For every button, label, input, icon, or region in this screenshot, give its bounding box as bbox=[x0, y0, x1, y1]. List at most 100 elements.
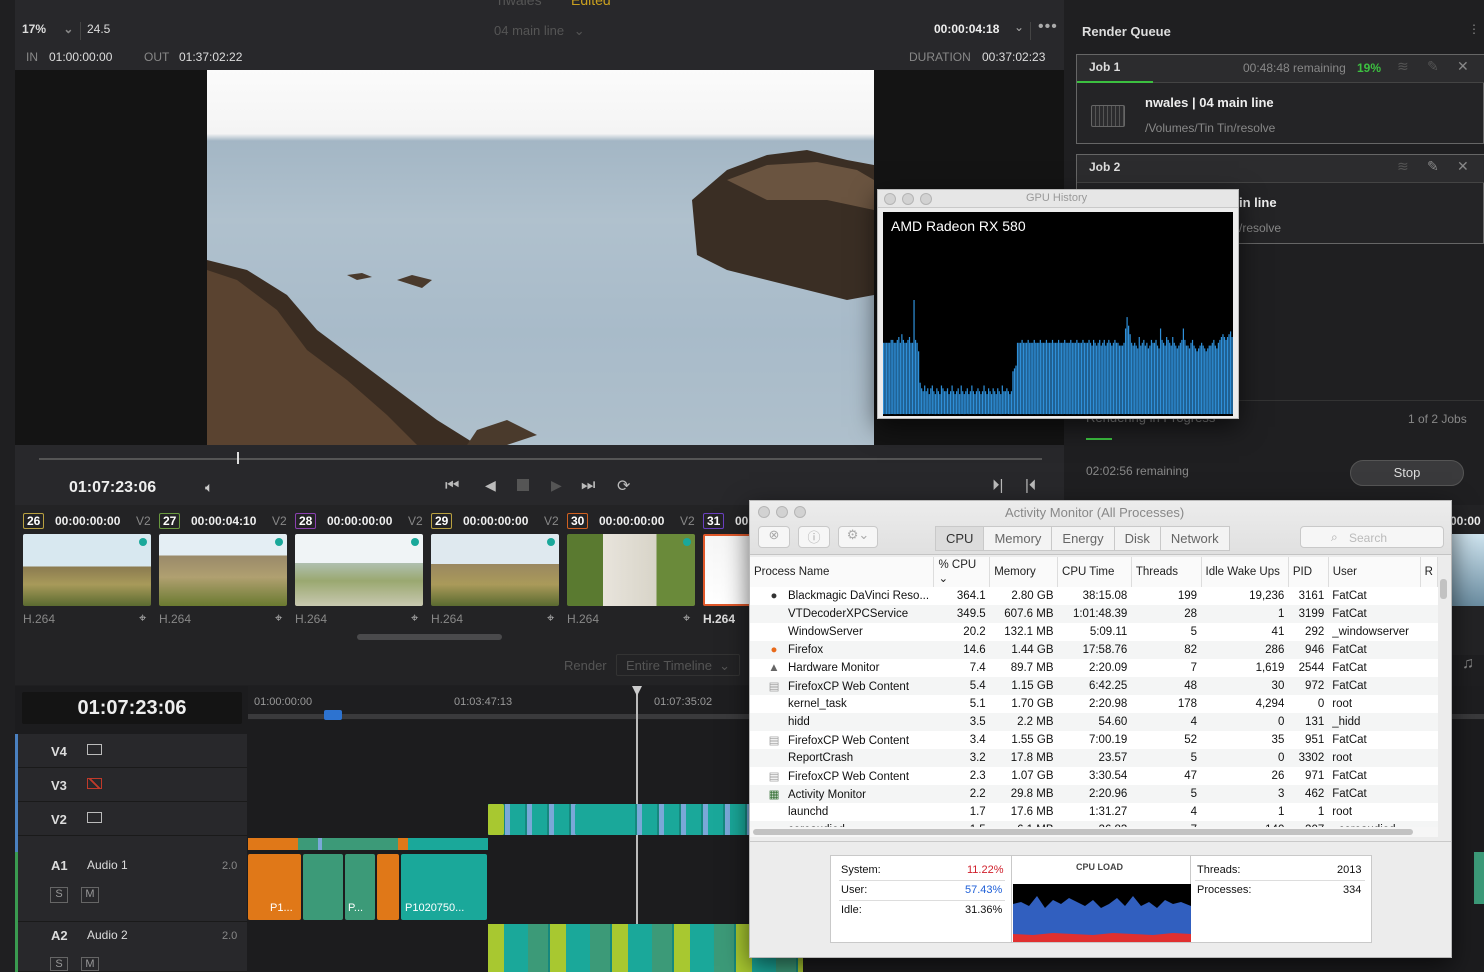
table-row[interactable]: ▤ FirefoxCP Web Content 2.3 1.07 GB 3:30.54 4… bbox=[750, 767, 1438, 785]
scrubber-track[interactable] bbox=[39, 458, 1042, 460]
mute-button[interactable]: M bbox=[81, 887, 99, 903]
crosshair-icon[interactable]: ⌖ bbox=[683, 610, 690, 626]
tab-disk[interactable]: Disk bbox=[1113, 526, 1161, 551]
more-options-icon[interactable]: ••• bbox=[1038, 18, 1058, 36]
column-header[interactable]: PID bbox=[1288, 557, 1329, 587]
table-row[interactable]: ▤ FirefoxCP Web Content 3.4 1.55 GB 7:00.19 5… bbox=[750, 731, 1438, 749]
table-row[interactable]: VTDecoderXPCService 349.5 607.6 MB 1:01:48.… bbox=[750, 605, 1438, 623]
table-row[interactable]: ● Blackmagic DaVinci Reso... 364.1 2.80 GB 3… bbox=[750, 587, 1438, 605]
zoom-dropdown[interactable]: 17% ⌄ bbox=[22, 22, 73, 36]
gpu-history-window[interactable]: GPU History AMD Radeon RX 580 bbox=[877, 189, 1239, 419]
close-icon[interactable]: ✕ bbox=[1457, 58, 1469, 75]
clip-thumbnail[interactable] bbox=[23, 534, 151, 606]
column-header[interactable]: Threads bbox=[1131, 557, 1202, 587]
close-window-icon[interactable] bbox=[884, 193, 896, 205]
edit-icon[interactable]: ✎ bbox=[1427, 158, 1439, 175]
table-row[interactable]: ▦ Activity Monitor 2.2 29.8 MB 2:20.96 5 3 462 F… bbox=[750, 785, 1438, 803]
track-header-v4[interactable]: V4 bbox=[15, 734, 247, 768]
table-row[interactable]: kernel_task 5.1 1.70 GB 2:20.98 178 4,294 0 roo… bbox=[750, 695, 1438, 713]
horizontal-scrollbar[interactable] bbox=[357, 634, 502, 640]
table-row[interactable]: hidd 3.5 2.2 MB 54.60 4 0 131 _hidd bbox=[750, 713, 1438, 731]
volume-icon[interactable]: 🔈︎ bbox=[205, 479, 213, 496]
crosshair-icon[interactable]: ⌖ bbox=[139, 610, 146, 626]
column-header[interactable]: Memory bbox=[989, 557, 1059, 587]
clip-thumbnail[interactable] bbox=[431, 534, 559, 606]
zoom-window-icon[interactable] bbox=[920, 193, 932, 205]
remote-render-icon[interactable]: ≋ bbox=[1397, 58, 1409, 75]
go-to-start-icon[interactable]: ⏮︎ bbox=[445, 477, 459, 495]
zoom-window-icon[interactable] bbox=[794, 506, 806, 518]
remote-render-icon[interactable]: ≋ bbox=[1397, 158, 1409, 175]
loop-icon[interactable]: ⟳ bbox=[617, 476, 630, 496]
tab-memory[interactable]: Memory bbox=[983, 526, 1053, 551]
column-header[interactable]: Idle Wake Ups bbox=[1201, 557, 1289, 587]
tab-cpu[interactable]: CPU bbox=[935, 526, 985, 551]
search-field[interactable]: ⌕ Search bbox=[1300, 526, 1444, 548]
solo-button[interactable]: S bbox=[50, 957, 68, 971]
gear-icon[interactable]: ⚙︎⌄ bbox=[838, 526, 878, 548]
v2-clip[interactable] bbox=[575, 804, 625, 835]
tab-network[interactable]: Network bbox=[1159, 526, 1230, 551]
clip-thumbnail[interactable] bbox=[159, 534, 287, 606]
track-header-v3[interactable]: V3 bbox=[15, 768, 247, 802]
timeline-selector[interactable]: 04 main line ⌄ bbox=[494, 23, 585, 39]
mute-button[interactable]: M bbox=[81, 957, 99, 971]
table-row[interactable]: ▲ Hardware Monitor 7.4 89.7 MB 2:20.09 7 1,619… bbox=[750, 659, 1438, 677]
track-enable-icon[interactable] bbox=[87, 812, 102, 823]
crosshair-icon[interactable]: ⌖ bbox=[275, 610, 282, 626]
close-icon[interactable]: ✕ bbox=[1457, 158, 1469, 175]
a1-clip-partial[interactable] bbox=[1474, 852, 1484, 904]
track-enable-icon[interactable] bbox=[87, 744, 102, 755]
track-header-a2[interactable]: A2 Audio 2 2.0 S M bbox=[15, 922, 247, 972]
table-row[interactable]: ▤ FirefoxCP Web Content 5.4 1.15 GB 6:42.25 4… bbox=[750, 677, 1438, 695]
render-range-dropdown[interactable]: Entire Timeline ⌄ bbox=[616, 654, 740, 676]
edit-icon[interactable]: ✎ bbox=[1427, 58, 1439, 75]
horizontal-scroll-track[interactable] bbox=[750, 827, 1438, 837]
clip-thumbnail[interactable] bbox=[295, 534, 423, 606]
step-back-icon[interactable]: ◀ bbox=[485, 477, 496, 494]
horizontal-scrollbar[interactable] bbox=[753, 829, 1413, 835]
activity-monitor-window[interactable]: Activity Monitor (All Processes) ⊗ ⓘ ⚙︎⌄… bbox=[749, 500, 1452, 958]
info-icon[interactable]: ⓘ bbox=[798, 526, 830, 548]
v1-clip-strip[interactable] bbox=[248, 838, 488, 850]
window-titlebar[interactable]: GPU History bbox=[878, 190, 1238, 208]
a1-clip[interactable] bbox=[303, 854, 343, 920]
a1-clip[interactable]: P1020750... bbox=[401, 854, 487, 920]
v2-clip[interactable] bbox=[488, 804, 504, 835]
close-window-icon[interactable] bbox=[758, 506, 770, 518]
table-row[interactable]: ● Firefox 14.6 1.44 GB 17:58.76 82 286 946 FatCa… bbox=[750, 641, 1438, 659]
stop-icon[interactable] bbox=[517, 479, 529, 491]
table-row[interactable]: launchd 1.7 17.6 MB 1:31.27 4 1 1 root bbox=[750, 803, 1438, 821]
next-edit-icon[interactable]: ⏵︎| bbox=[992, 477, 1003, 494]
table-row[interactable]: ReportCrash 3.2 17.8 MB 23.57 5 0 3302 root bbox=[750, 749, 1438, 767]
a1-clip[interactable]: P... bbox=[345, 854, 375, 920]
track-header-a1[interactable]: A1 Audio 1 2.0 S M bbox=[15, 852, 247, 922]
quit-process-icon[interactable]: ⊗ bbox=[758, 526, 790, 548]
vertical-scrollbar[interactable] bbox=[1440, 579, 1447, 599]
more-options-icon[interactable]: ⋮ bbox=[1468, 22, 1480, 36]
crosshair-icon[interactable]: ⌖ bbox=[411, 610, 418, 626]
clip-thumbnail[interactable] bbox=[567, 534, 695, 606]
column-header[interactable]: R bbox=[1420, 557, 1438, 587]
stop-render-button[interactable]: Stop bbox=[1350, 460, 1464, 486]
marker-icon[interactable] bbox=[324, 710, 342, 720]
scrubber-playhead[interactable] bbox=[237, 452, 239, 464]
a1-clip[interactable]: P1... bbox=[248, 854, 301, 920]
crosshair-icon[interactable]: ⌖ bbox=[547, 610, 554, 626]
tab-energy[interactable]: Energy bbox=[1051, 526, 1115, 551]
go-to-end-icon[interactable]: ⏭︎ bbox=[581, 477, 595, 495]
chevron-down-icon[interactable]: ⌄ bbox=[1014, 20, 1024, 34]
column-header[interactable]: User bbox=[1328, 557, 1421, 587]
minimize-window-icon[interactable] bbox=[776, 506, 788, 518]
prev-edit-icon[interactable]: |⏴︎ bbox=[1025, 477, 1036, 494]
column-header[interactable]: % CPU ⌄ bbox=[933, 557, 991, 587]
render-job-card[interactable]: Job 1 00:48:48 remaining 19% ≋ ✎ ✕ nwale… bbox=[1076, 54, 1484, 144]
play-icon[interactable]: ▶ bbox=[551, 477, 562, 494]
track-disabled-icon[interactable] bbox=[87, 778, 102, 789]
minimize-window-icon[interactable] bbox=[902, 193, 914, 205]
a1-clip[interactable] bbox=[377, 854, 399, 920]
table-row[interactable]: WindowServer 20.2 132.1 MB 5:09.11 5 41 292 _wi… bbox=[750, 623, 1438, 641]
column-header[interactable]: CPU Time bbox=[1057, 557, 1132, 587]
column-header[interactable]: Process Name bbox=[750, 557, 935, 587]
solo-button[interactable]: S bbox=[50, 887, 68, 903]
